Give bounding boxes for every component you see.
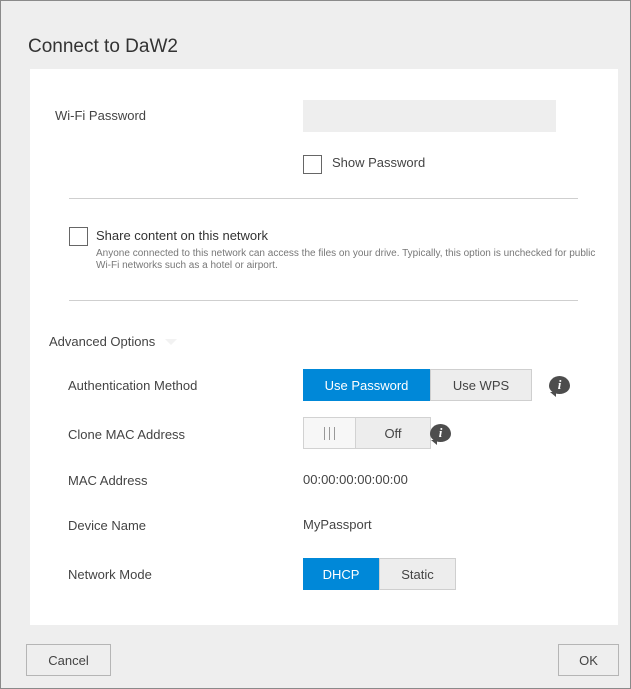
info-icon[interactable]: i [549,376,570,397]
clone-mac-toggle[interactable]: Off [303,417,431,449]
share-content-checkbox[interactable] [69,227,88,246]
share-content-label: Share content on this network [96,228,268,243]
divider [69,300,578,301]
network-mode-segmented: DHCP Static [303,558,456,590]
auth-method-segmented: Use Password Use WPS [303,369,532,401]
show-password-label: Show Password [332,155,426,170]
dialog-title: Connect to DaW2 [28,36,178,57]
dhcp-button[interactable]: DHCP [303,558,379,590]
mac-address-value: 00:00:00:00:00:00 [303,472,408,487]
wifi-password-input[interactable] [303,100,556,132]
grip-icon [304,418,356,448]
network-mode-label: Network Mode [68,567,152,582]
wifi-password-label: Wi-Fi Password [55,108,147,123]
use-password-button[interactable]: Use Password [303,369,430,401]
static-button[interactable]: Static [379,558,456,590]
mac-address-label: MAC Address [68,473,148,488]
clone-mac-label: Clone MAC Address [68,427,186,442]
ok-button[interactable]: OK [558,644,619,676]
info-icon[interactable]: i [430,424,451,445]
device-name-label: Device Name [68,518,147,533]
advanced-options-toggle[interactable]: Advanced Options [49,334,178,349]
share-content-description: Anyone connected to this network can acc… [96,248,596,271]
connect-dialog: Connect to DaW2 Wi-Fi Password Show Pass… [0,0,631,689]
show-password-checkbox[interactable] [303,155,322,174]
clone-mac-state: Off [384,425,402,441]
use-wps-button[interactable]: Use WPS [430,369,532,401]
advanced-options-label: Advanced Options [49,334,156,349]
divider [69,198,578,199]
cancel-button[interactable]: Cancel [26,644,111,676]
auth-method-label: Authentication Method [68,378,198,393]
settings-panel: Wi-Fi Password Show Password Share conte… [30,69,618,625]
chevron-down-icon [165,338,178,345]
device-name-value: MyPassport [303,517,372,532]
